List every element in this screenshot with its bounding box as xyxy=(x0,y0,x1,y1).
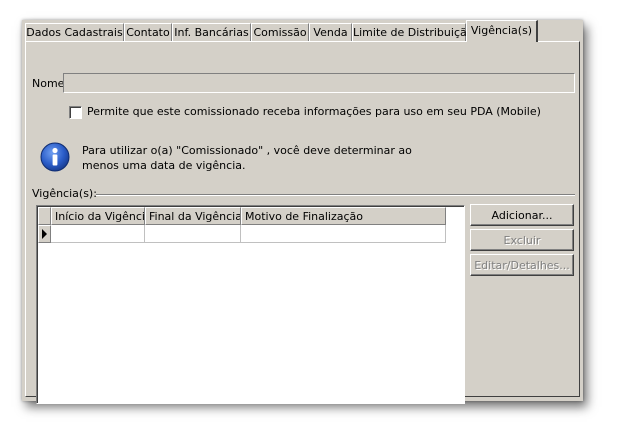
vigencias-group-label: Vigência(s): xyxy=(32,187,97,200)
group-divider xyxy=(96,194,575,196)
table-cell-final[interactable] xyxy=(145,225,241,243)
info-icon xyxy=(40,142,70,172)
tab-panel-vigencias: Nome: Permite que este comissionado rece… xyxy=(25,41,580,404)
dialog-window: Dados Cadastrais Contato Inf. Bancárias … xyxy=(22,20,583,404)
tab-vigencias[interactable]: Vigência(s) xyxy=(466,20,538,42)
tab-dados-cadastrais[interactable]: Dados Cadastrais xyxy=(25,23,124,41)
tab-venda[interactable]: Venda xyxy=(309,23,352,41)
column-header-final[interactable]: Final da Vigência xyxy=(145,207,241,225)
excluir-button[interactable]: Excluir xyxy=(470,229,574,251)
tab-inf-bancarias[interactable]: Inf. Bancárias xyxy=(172,23,251,41)
adicionar-button[interactable]: Adicionar... xyxy=(470,204,574,226)
tab-comissao[interactable]: Comissão xyxy=(251,23,309,41)
table-cell-inicio[interactable] xyxy=(51,225,145,243)
info-message-line2: menos uma data de vigência. xyxy=(82,159,246,172)
vigencias-grid[interactable]: Início da Vigência Final da Vigência Mot… xyxy=(36,205,465,404)
tab-contato[interactable]: Contato xyxy=(124,23,172,41)
info-message-line1: Para utilizar o(a) "Comissionado" , você… xyxy=(82,144,412,157)
column-header-motivo[interactable]: Motivo de Finalização xyxy=(241,207,446,225)
tab-limite-distribuicao[interactable]: Limite de Distribuição xyxy=(352,23,473,41)
grid-corner-header xyxy=(38,207,51,225)
pda-checkbox-label[interactable]: Permite que este comissionado receba inf… xyxy=(87,105,541,118)
table-cell-motivo[interactable] xyxy=(241,225,446,243)
pda-checkbox[interactable] xyxy=(69,106,82,119)
row-pointer-icon xyxy=(42,229,47,239)
editar-detalhes-button[interactable]: Editar/Detalhes... xyxy=(470,254,574,276)
column-header-inicio[interactable]: Início da Vigência xyxy=(51,207,145,225)
row-indicator[interactable] xyxy=(38,225,51,243)
nome-field[interactable] xyxy=(63,73,575,93)
